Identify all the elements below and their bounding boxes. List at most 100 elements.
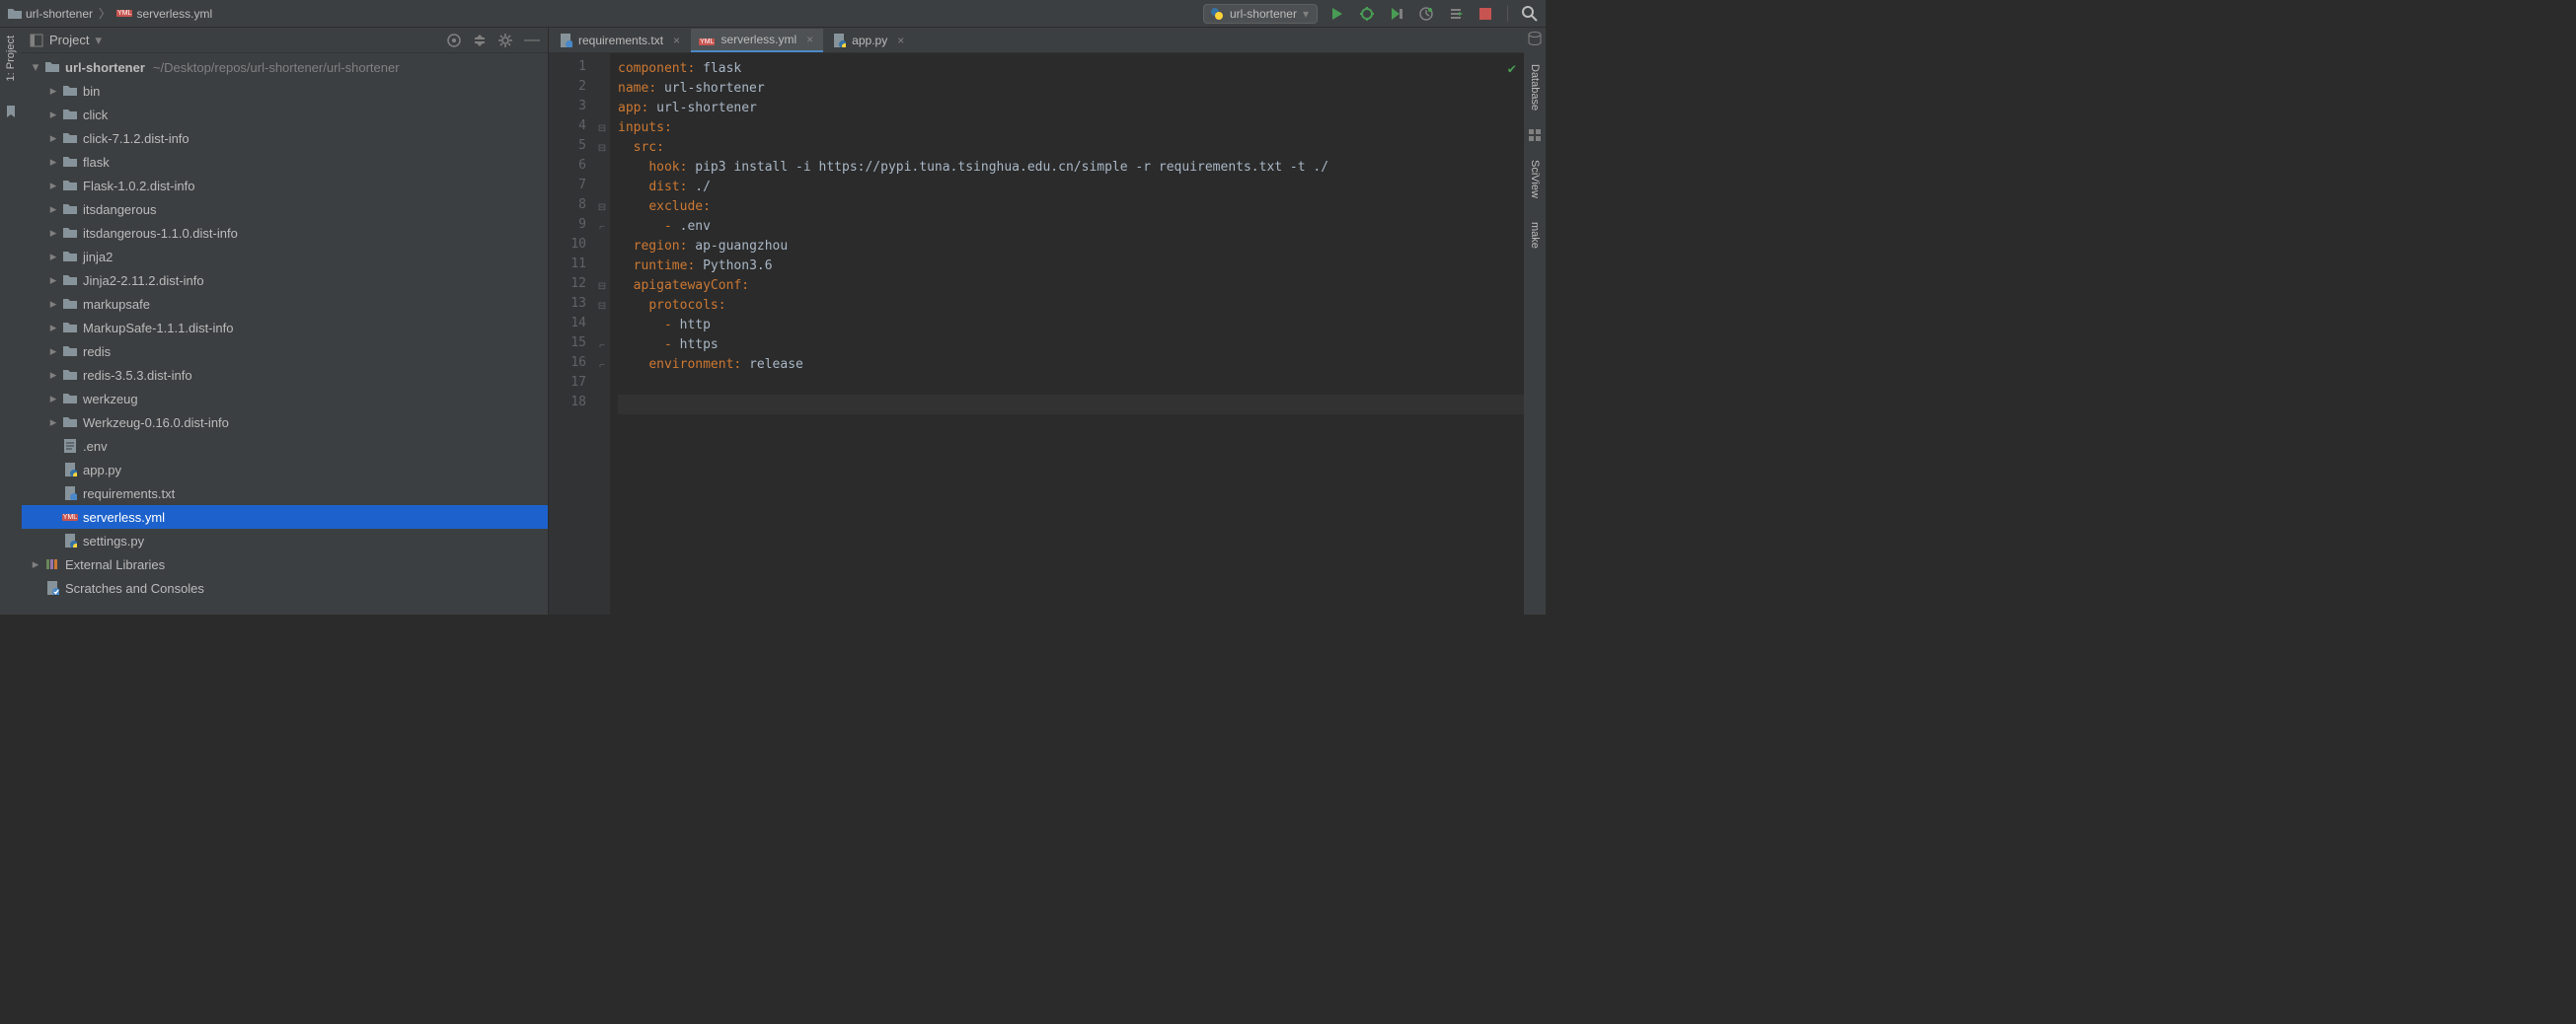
libs-icon xyxy=(43,557,61,571)
expand-arrow-icon[interactable]: ▸ xyxy=(45,343,61,359)
code-line[interactable]: inputs: xyxy=(618,118,1524,138)
tree-row[interactable]: requirements.txt xyxy=(22,481,548,505)
tree-label: redis-3.5.3.dist-info xyxy=(83,368,192,383)
gear-icon[interactable] xyxy=(498,34,512,47)
editor-code[interactable]: ✔ component: flaskname: url-shortenerapp… xyxy=(610,53,1524,615)
tree-row[interactable]: ▸Werkzeug-0.16.0.dist-info xyxy=(22,410,548,434)
tree-row[interactable]: app.py xyxy=(22,458,548,481)
expand-arrow-icon[interactable]: ▸ xyxy=(45,272,61,288)
collapse-icon[interactable] xyxy=(473,34,487,47)
tree-row[interactable]: Scratches and Consoles xyxy=(22,576,548,600)
concurrent-button[interactable] xyxy=(1448,6,1464,22)
fold-strip[interactable]: ⊟⊟⊟⌐⊟⊟⌐⌐ xyxy=(594,53,610,615)
expand-arrow-icon[interactable]: ▸ xyxy=(45,320,61,335)
code-line[interactable]: - .env xyxy=(618,217,1524,237)
tree-label: requirements.txt xyxy=(83,486,175,501)
project-tree[interactable]: ▾url-shortener~/Desktop/repos/url-shorte… xyxy=(22,53,548,615)
sciview-tool-tab[interactable]: SciView xyxy=(1526,155,1544,203)
tree-row[interactable]: ▸jinja2 xyxy=(22,245,548,268)
tree-row[interactable]: ▸MarkupSafe-1.1.1.dist-info xyxy=(22,316,548,339)
expand-arrow-icon[interactable]: ▸ xyxy=(45,83,61,99)
hide-icon[interactable]: — xyxy=(524,32,540,49)
code-line[interactable]: component: flask xyxy=(618,59,1524,79)
run-coverage-button[interactable] xyxy=(1389,6,1404,22)
code-line[interactable]: dist: ./ xyxy=(618,178,1524,197)
folder-icon xyxy=(61,132,79,144)
tree-row[interactable]: ▾url-shortener~/Desktop/repos/url-shorte… xyxy=(22,55,548,79)
expand-arrow-icon[interactable]: ▸ xyxy=(45,414,61,430)
code-line[interactable]: region: ap-guangzhou xyxy=(618,237,1524,256)
tab-serverless[interactable]: YMLserverless.yml× xyxy=(691,29,823,52)
tree-row[interactable]: ▸itsdangerous xyxy=(22,197,548,221)
tree-row[interactable]: ▸redis xyxy=(22,339,548,363)
target-icon[interactable] xyxy=(447,34,461,47)
close-icon[interactable]: × xyxy=(897,34,904,47)
sciview-icon[interactable] xyxy=(1529,129,1541,141)
code-line[interactable]: - https xyxy=(618,335,1524,355)
code-line[interactable]: runtime: Python3.6 xyxy=(618,256,1524,276)
stop-button[interactable] xyxy=(1477,6,1493,22)
expand-arrow-icon[interactable]: ▸ xyxy=(45,154,61,170)
database-icon[interactable] xyxy=(1528,32,1542,45)
expand-arrow-icon[interactable]: ▸ xyxy=(45,178,61,193)
debug-button[interactable] xyxy=(1359,6,1375,22)
tree-row[interactable]: ▸bin xyxy=(22,79,548,103)
tree-row[interactable]: ▸External Libraries xyxy=(22,552,548,576)
code-line[interactable]: - http xyxy=(618,316,1524,335)
editor-gutter[interactable]: 123456789101112131415161718 xyxy=(549,53,594,615)
code-line[interactable]: src: xyxy=(618,138,1524,158)
tree-row[interactable]: ▸flask xyxy=(22,150,548,174)
chevron-down-icon[interactable]: ▾ xyxy=(95,33,102,48)
pyfile-icon xyxy=(61,463,79,476)
expand-arrow-icon[interactable]: ▸ xyxy=(45,249,61,264)
tree-label: click-7.1.2.dist-info xyxy=(83,131,189,146)
chevron-down-icon: ▾ xyxy=(1303,7,1309,21)
tree-row[interactable]: YMLserverless.yml xyxy=(22,505,548,529)
tree-row[interactable]: ▸Flask-1.0.2.dist-info xyxy=(22,174,548,197)
tree-row[interactable]: ▸click xyxy=(22,103,548,126)
tree-row[interactable]: ▸ redis-3.5.3.dist-info xyxy=(22,363,548,387)
expand-arrow-icon[interactable]: ▸ xyxy=(45,107,61,122)
project-header: Project ▾ — xyxy=(22,28,548,53)
tree-row[interactable]: .env xyxy=(22,434,548,458)
run-button[interactable] xyxy=(1329,6,1345,22)
project-header-title[interactable]: Project xyxy=(49,33,89,47)
search-button[interactable] xyxy=(1522,6,1538,22)
code-line[interactable]: hook: pip3 install -i https://pypi.tuna.… xyxy=(618,158,1524,178)
run-config-selector[interactable]: url-shortener ▾ xyxy=(1203,4,1318,24)
tab-app[interactable]: app.py× xyxy=(824,29,914,52)
code-line[interactable]: name: url-shortener xyxy=(618,79,1524,99)
expand-arrow-icon[interactable]: ▸ xyxy=(45,391,61,406)
tree-row[interactable]: ▸Jinja2-2.11.2.dist-info xyxy=(22,268,548,292)
tab-requirements[interactable]: requirements.txt× xyxy=(551,29,690,52)
tree-row[interactable]: ▸ click-7.1.2.dist-info xyxy=(22,126,548,150)
code-line[interactable] xyxy=(618,395,1524,414)
close-icon[interactable]: × xyxy=(673,34,680,47)
breadcrumb-file[interactable]: YML serverless.yml xyxy=(116,7,212,21)
make-tool-tab[interactable]: make xyxy=(1526,217,1544,254)
code-line[interactable]: protocols: xyxy=(618,296,1524,316)
tree-row[interactable]: ▸markupsafe xyxy=(22,292,548,316)
expand-arrow-icon[interactable]: ▸ xyxy=(45,296,61,312)
expand-arrow-icon[interactable]: ▸ xyxy=(45,367,61,383)
expand-arrow-icon[interactable]: ▸ xyxy=(45,225,61,241)
bookmark-icon[interactable] xyxy=(4,105,18,118)
project-tool-tab[interactable]: 1: Project xyxy=(3,32,19,85)
code-line[interactable]: app: url-shortener xyxy=(618,99,1524,118)
code-line[interactable]: environment: release xyxy=(618,355,1524,375)
expand-arrow-icon[interactable]: ▸ xyxy=(45,201,61,217)
txtgear-icon xyxy=(61,486,79,500)
code-line[interactable]: apigatewayConf: xyxy=(618,276,1524,296)
tree-row[interactable]: ▸werkzeug xyxy=(22,387,548,410)
profile-button[interactable] xyxy=(1418,6,1434,22)
code-line[interactable]: exclude: xyxy=(618,197,1524,217)
expand-arrow-icon[interactable]: ▸ xyxy=(28,556,43,572)
tree-row[interactable]: ▸itsdangerous-1.1.0.dist-info xyxy=(22,221,548,245)
tree-row[interactable]: settings.py xyxy=(22,529,548,552)
expand-arrow-icon[interactable]: ▾ xyxy=(28,59,43,75)
code-line[interactable] xyxy=(618,375,1524,395)
database-tool-tab[interactable]: Database xyxy=(1526,59,1544,115)
expand-arrow-icon[interactable]: ▸ xyxy=(45,130,61,146)
close-icon[interactable]: × xyxy=(806,33,813,46)
breadcrumb-root[interactable]: url-shortener xyxy=(8,7,93,21)
